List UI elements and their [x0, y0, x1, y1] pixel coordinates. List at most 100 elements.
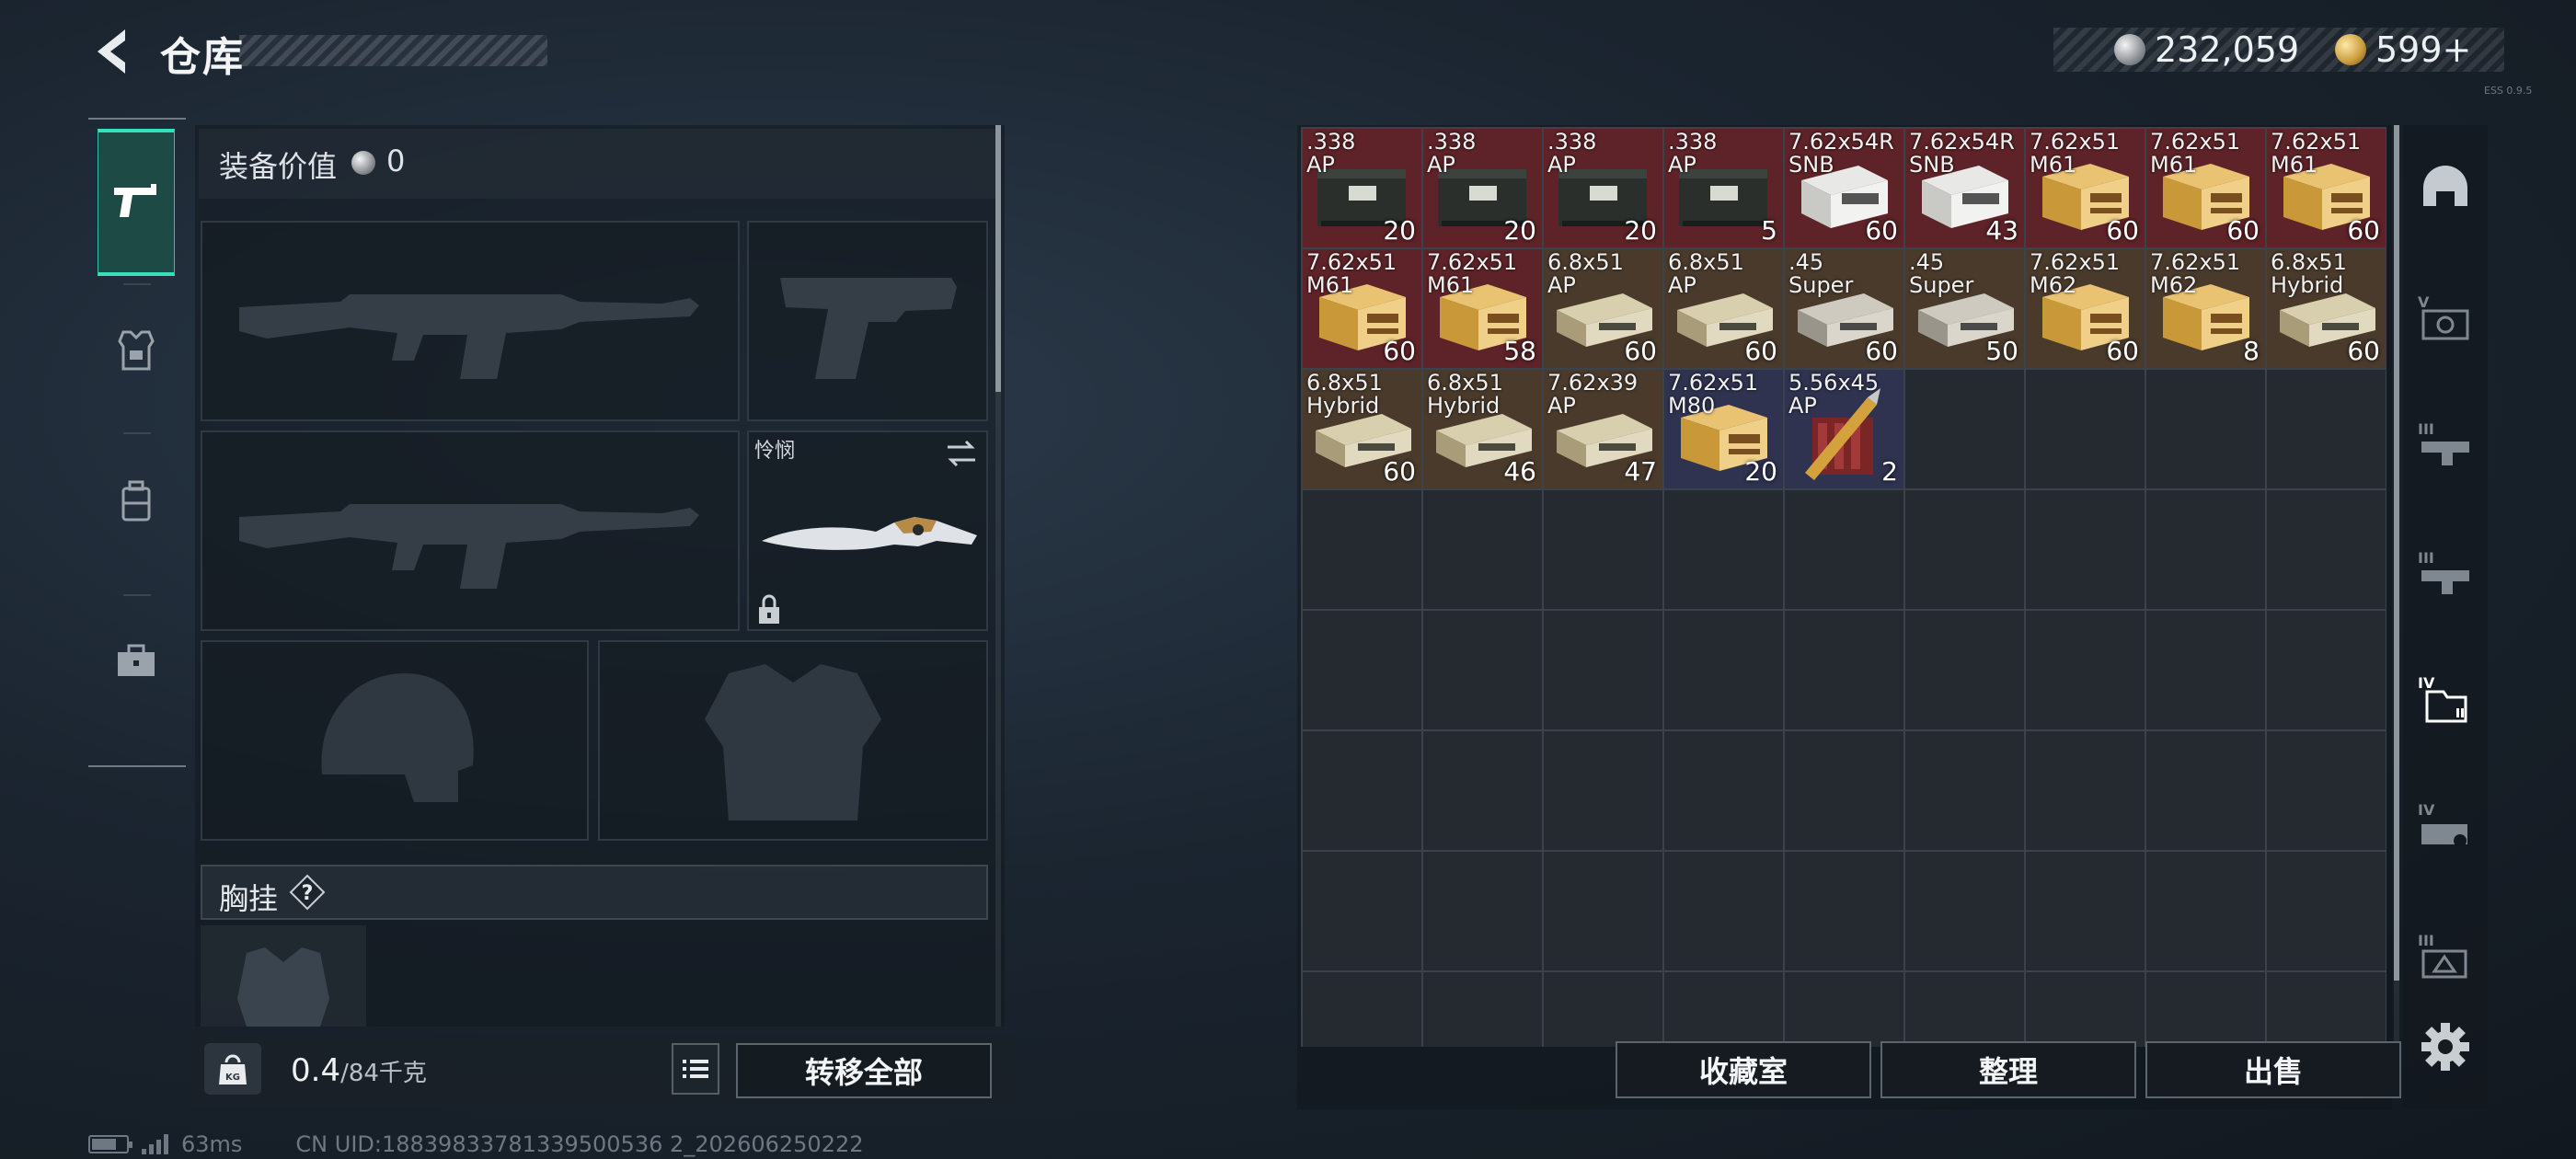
item-name: 7.62x39 AP: [1547, 370, 1639, 419]
sell-button[interactable]: 出售: [2145, 1041, 2401, 1098]
tab-weapons[interactable]: [98, 129, 175, 276]
item-name: 6.8x51 Hybrid: [1427, 370, 1503, 419]
loadout-footer: KG 0.4/84千克 转移全部: [191, 1034, 1012, 1106]
list-view-button[interactable]: [672, 1043, 719, 1095]
battery-icon: [88, 1135, 132, 1153]
inventory-item[interactable]: 5.56x45 AP 2: [1785, 370, 1903, 488]
help-icon[interactable]: ?: [289, 874, 326, 911]
category-box-iv[interactable]: IV: [2414, 795, 2477, 857]
item-count: 60: [1865, 215, 1898, 246]
item-name: 5.56x45 AP: [1788, 370, 1880, 419]
item-count: 2: [1881, 456, 1898, 487]
inventory-item[interactable]: 7.62x51 M62 60: [2026, 249, 2145, 368]
swap-icon[interactable]: [944, 438, 979, 469]
nav-separator: [123, 432, 151, 434]
backpack-icon: [121, 480, 151, 522]
item-count: 60: [2106, 215, 2139, 246]
item-name: 6.8x51 AP: [1668, 249, 1744, 298]
inventory-item[interactable]: .338 AP 20: [1544, 129, 1662, 247]
nav-separator: [123, 594, 151, 596]
signal-icon: [142, 1134, 168, 1154]
inventory-item[interactable]: 7.62x51 M61 60: [2267, 129, 2386, 247]
collection-room-button[interactable]: 收藏室: [1616, 1041, 1871, 1098]
inventory-item[interactable]: 7.62x51 M61 58: [1423, 249, 1542, 368]
item-count: 5: [1761, 215, 1777, 246]
item-count: 8: [2243, 336, 2260, 366]
tab-equipment[interactable]: [98, 291, 175, 410]
gold-currency[interactable]: 599+: [2335, 28, 2471, 72]
category-bag-iv[interactable]: IV: [2414, 668, 2477, 730]
inventory-item[interactable]: 6.8x51 Hybrid 46: [1423, 370, 1542, 488]
tab-kit[interactable]: [98, 602, 175, 721]
inventory-item[interactable]: .338 AP 20: [1303, 129, 1421, 247]
title-stripe: [239, 35, 547, 66]
lock-icon: [759, 594, 779, 624]
equipment-value-label: 装备价值: [219, 149, 338, 184]
inventory-item[interactable]: .45 Super 50: [1905, 249, 2024, 368]
scrollbar-thumb[interactable]: [2394, 125, 2399, 981]
item-count: 60: [1744, 336, 1777, 366]
inventory-item[interactable]: 7.62x51 M80 20: [1664, 370, 1783, 488]
back-button[interactable]: [88, 26, 132, 77]
weight-current: 0.4: [291, 1052, 341, 1089]
inventory-item[interactable]: .338 AP 20: [1423, 129, 1542, 247]
inventory-item[interactable]: .338 AP 5: [1664, 129, 1783, 247]
chest-rig-slot[interactable]: [201, 925, 366, 1027]
item-name: .338 AP: [1306, 129, 1356, 178]
svg-text:V: V: [2418, 293, 2430, 311]
sort-button[interactable]: 整理: [1880, 1041, 2136, 1098]
item-name: 7.62x51 M61: [1306, 249, 1397, 298]
inventory-item[interactable]: 6.8x51 AP 60: [1664, 249, 1783, 368]
inventory-item[interactable]: 7.62x54R SNB 43: [1905, 129, 2024, 247]
item-name: 6.8x51 AP: [1547, 249, 1624, 298]
category-rig-iii[interactable]: III: [2414, 414, 2477, 476]
item-count: 20: [1744, 456, 1777, 487]
category-helmet[interactable]: [2414, 156, 2477, 219]
category-rig-iii-2[interactable]: III: [2414, 543, 2477, 605]
inventory-item[interactable]: 7.62x51 M62 8: [2146, 249, 2265, 368]
item-count: 20: [1624, 215, 1657, 246]
inventory-item[interactable]: 6.8x51 Hybrid 60: [1303, 370, 1421, 488]
item-name: 7.62x54R SNB: [1788, 129, 1894, 178]
armor-icon: [118, 330, 155, 371]
item-count: 60: [2106, 336, 2139, 366]
transfer-all-button[interactable]: 转移全部: [736, 1043, 992, 1098]
karambit-knife-icon: [762, 517, 977, 550]
inventory-item[interactable]: 7.62x54R SNB 60: [1785, 129, 1903, 247]
inventory-item[interactable]: 6.8x51 AP 60: [1544, 249, 1662, 368]
item-name: 7.62x51 M61: [2150, 129, 2241, 178]
rifle-silhouette-icon: [239, 504, 699, 589]
svg-text:III: III: [2418, 932, 2434, 949]
inventory-item[interactable]: 7.62x39 AP 47: [1544, 370, 1662, 488]
inventory-item[interactable]: .45 Super 60: [1785, 249, 1903, 368]
inventory-item[interactable]: 6.8x51 Hybrid 60: [2267, 249, 2386, 368]
body-armor-slot[interactable]: [598, 640, 988, 841]
rig-iii-icon: III: [2418, 420, 2469, 465]
value-coin-icon: [351, 151, 375, 175]
item-name: 7.62x51 M61: [1427, 249, 1518, 298]
item-count: 60: [1383, 336, 1416, 366]
svg-text:III: III: [2418, 420, 2434, 438]
storage-category-rail: V III III IV IV III: [2403, 125, 2488, 1109]
item-name: 7.62x51 M61: [2271, 129, 2362, 178]
gold-amount: 599+: [2375, 29, 2472, 70]
settings-button[interactable]: [2418, 1019, 2473, 1074]
ping-text: 63ms: [181, 1131, 243, 1157]
primary-weapon-slot-2[interactable]: [201, 430, 740, 631]
inventory-item[interactable]: 7.62x51 M61 60: [2146, 129, 2265, 247]
rig-iii-icon-2: III: [2418, 549, 2469, 594]
melee-slot[interactable]: 怜悯: [747, 430, 988, 631]
left-nav: [88, 118, 186, 767]
sidearm-slot[interactable]: [747, 221, 988, 421]
category-armor-v[interactable]: V: [2414, 287, 2477, 350]
inventory-item[interactable]: 7.62x51 M61 60: [1303, 249, 1421, 368]
helmet-slot[interactable]: [201, 640, 589, 841]
scrollbar-thumb[interactable]: [995, 125, 1001, 392]
inventory-item[interactable]: 7.62x51 M61 60: [2026, 129, 2145, 247]
category-case-iii[interactable]: III: [2414, 925, 2477, 988]
tab-backpack[interactable]: [98, 442, 175, 561]
primary-weapon-slot-1[interactable]: [201, 221, 740, 421]
storage-scrollbar[interactable]: [2394, 125, 2399, 1045]
loadout-scrollbar[interactable]: [995, 125, 1001, 1027]
item-count: 58: [1503, 336, 1536, 366]
